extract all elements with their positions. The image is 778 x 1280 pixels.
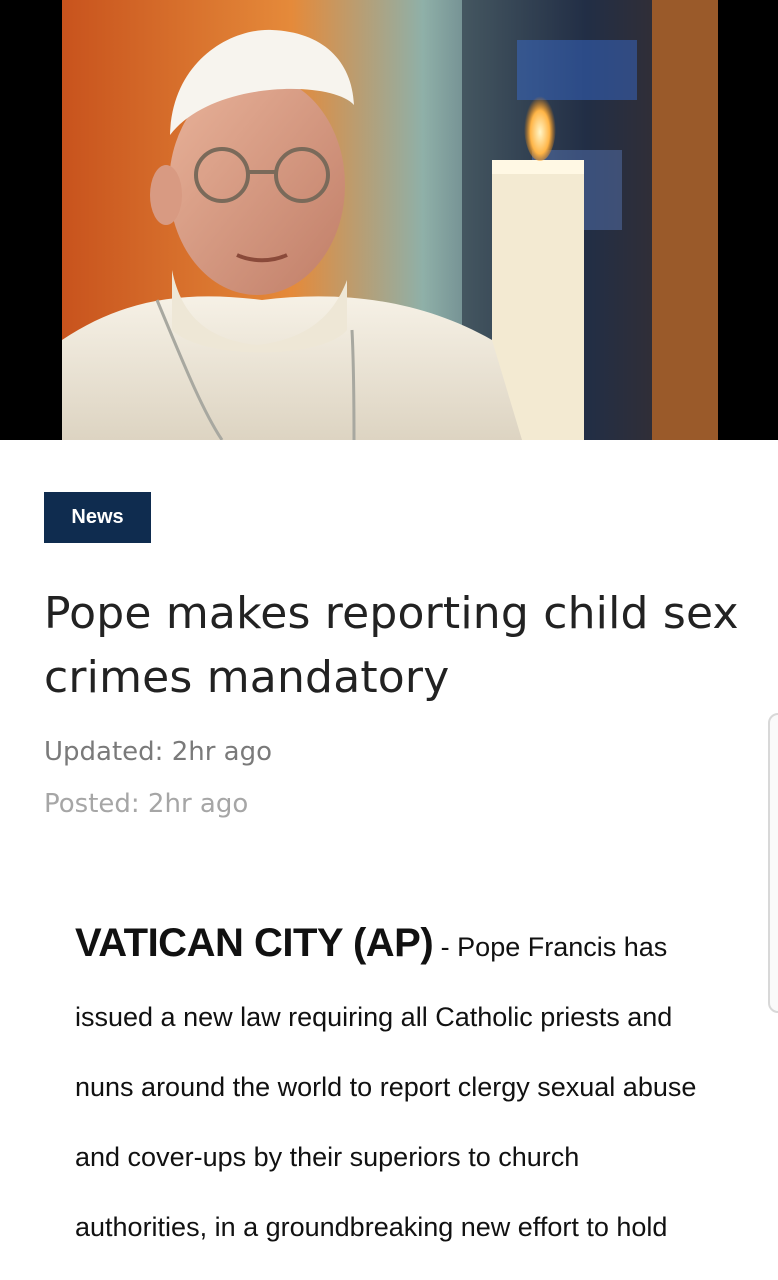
updated-timestamp: Updated: 2hr ago	[44, 737, 273, 767]
hero-image-container	[0, 0, 778, 440]
article-body: VATICAN CITY (AP) - Pope Francis has iss…	[75, 908, 715, 1262]
article-dateline: VATICAN CITY (AP)	[75, 921, 434, 965]
scroll-handle[interactable]	[768, 713, 778, 1013]
article-body-text: Pope Francis has issued a new law requir…	[75, 932, 697, 1242]
category-badge[interactable]: News	[44, 492, 151, 543]
article-headline: Pope makes reporting child sex crimes ma…	[44, 588, 739, 703]
hero-photo	[62, 0, 718, 440]
posted-timestamp: Posted: 2hr ago	[44, 789, 249, 819]
hero-photo-illustration	[62, 0, 718, 440]
dateline-separator: -	[433, 932, 458, 962]
